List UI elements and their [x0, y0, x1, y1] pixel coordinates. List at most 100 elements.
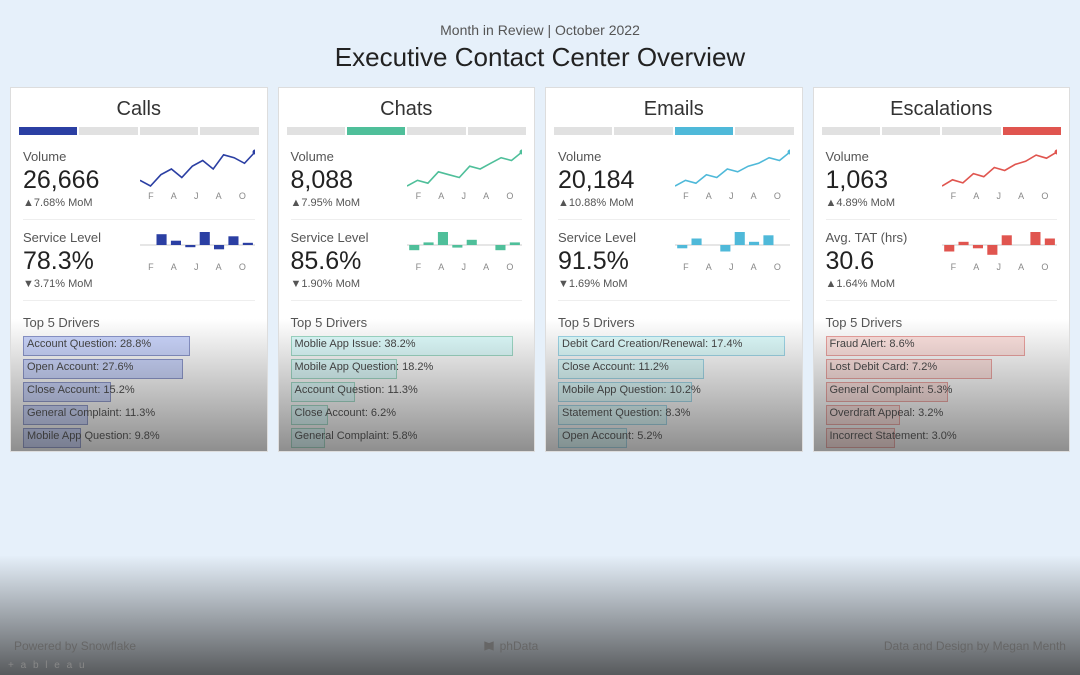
- driver-label: Open Account: 27.6%: [27, 361, 133, 373]
- header-subtitle: Month in Review | October 2022: [0, 22, 1080, 38]
- secondary-barspark: FAJAO: [675, 230, 790, 286]
- driver-row: Close Account: 15.2%: [23, 382, 255, 402]
- metric-card[interactable]: Emails Volume 20,184 ▲10.88% MoM FAJAO S…: [545, 87, 803, 452]
- month-labels: FAJAO: [140, 191, 255, 201]
- metric-value: 91.5%: [558, 247, 667, 276]
- metric-value: 8,088: [291, 166, 400, 195]
- channel-indicator-segment: [19, 127, 77, 135]
- channel-indicator: [546, 127, 802, 149]
- month-labels: FAJAO: [675, 191, 790, 201]
- driver-label: General Complaint: 5.3%: [830, 384, 953, 396]
- channel-indicator-segment: [407, 127, 465, 135]
- driver-row: Lost Debit Card: 7.2%: [826, 359, 1058, 379]
- driver-row: Mobile App Question: 18.2%: [291, 359, 523, 379]
- driver-label: Open Account: 5.2%: [562, 430, 662, 442]
- metric-value: 30.6: [826, 247, 935, 276]
- month-labels: FAJAO: [140, 262, 255, 272]
- channel-indicator-segment: [468, 127, 526, 135]
- driver-label: Close Account: 6.2%: [295, 407, 397, 419]
- card-title: Emails: [546, 88, 802, 127]
- secondary-metric: Service Level 78.3% ▼3.71% MoM FAJAO: [11, 230, 267, 290]
- driver-row: Close Account: 6.2%: [291, 405, 523, 425]
- metric-label: Avg. TAT (hrs): [826, 230, 935, 245]
- channel-indicator-segment: [79, 127, 137, 135]
- metric-card[interactable]: Escalations Volume 1,063 ▲4.89% MoM FAJA…: [813, 87, 1071, 452]
- driver-label: General Complaint: 5.8%: [295, 430, 418, 442]
- cards-row: Calls Volume 26,666 ▲7.68% MoM FAJAO Ser…: [0, 87, 1080, 452]
- driver-row: Incorrect Statement: 3.0%: [826, 428, 1058, 448]
- book-icon: [482, 639, 496, 653]
- driver-row: Fraud Alert: 8.6%: [826, 336, 1058, 356]
- driver-label: Statement Question: 8.3%: [562, 407, 690, 419]
- driver-row: Mobile App Question: 9.8%: [23, 428, 255, 448]
- metric-delta: ▼3.71% MoM: [23, 278, 132, 290]
- driver-label: Mobile App Question: 18.2%: [295, 361, 434, 373]
- secondary-barspark: FAJAO: [407, 230, 522, 286]
- month-labels: FAJAO: [407, 262, 522, 272]
- driver-row: Account Question: 28.8%: [23, 336, 255, 356]
- metric-value: 1,063: [826, 166, 935, 195]
- driver-row: General Complaint: 5.3%: [826, 382, 1058, 402]
- driver-row: Overdraft Appeal: 3.2%: [826, 405, 1058, 425]
- volume-sparkline: FAJAO: [675, 149, 790, 205]
- volume-metric: Volume 26,666 ▲7.68% MoM FAJAO: [11, 149, 267, 209]
- channel-indicator-segment: [942, 127, 1000, 135]
- card-title: Chats: [279, 88, 535, 127]
- footer-center-text: phData: [500, 639, 539, 653]
- metric-label: Service Level: [291, 230, 400, 245]
- volume-metric: Volume 20,184 ▲10.88% MoM FAJAO: [546, 149, 802, 209]
- footer-left: Powered by Snowflake: [14, 639, 136, 653]
- driver-label: Lost Debit Card: 7.2%: [830, 361, 938, 373]
- footer-right: Data and Design by Megan Menth: [884, 639, 1066, 653]
- secondary-barspark: FAJAO: [942, 230, 1057, 286]
- metric-value: 26,666: [23, 166, 132, 195]
- metric-delta: ▼1.69% MoM: [558, 278, 667, 290]
- volume-sparkline: FAJAO: [407, 149, 522, 205]
- drivers-title: Top 5 Drivers: [546, 311, 802, 336]
- metric-delta: ▲7.95% MoM: [291, 197, 400, 209]
- metric-card[interactable]: Chats Volume 8,088 ▲7.95% MoM FAJAO Serv…: [278, 87, 536, 452]
- month-labels: FAJAO: [942, 191, 1057, 201]
- driver-label: Overdraft Appeal: 3.2%: [830, 407, 944, 419]
- driver-label: Mobile App Question: 9.8%: [27, 430, 160, 442]
- channel-indicator-segment: [1003, 127, 1061, 135]
- drivers-title: Top 5 Drivers: [279, 311, 535, 336]
- driver-label: General Complaint: 11.3%: [27, 407, 155, 419]
- metric-label: Volume: [291, 149, 400, 164]
- channel-indicator-segment: [347, 127, 405, 135]
- channel-indicator: [814, 127, 1070, 149]
- driver-row: Moblie App Issue: 38.2%: [291, 336, 523, 356]
- metric-delta: ▲4.89% MoM: [826, 197, 935, 209]
- metric-label: Service Level: [558, 230, 667, 245]
- metric-delta: ▲7.68% MoM: [23, 197, 132, 209]
- driver-row: Account Question: 11.3%: [291, 382, 523, 402]
- secondary-barspark: FAJAO: [140, 230, 255, 286]
- drivers-title: Top 5 Drivers: [11, 311, 267, 336]
- secondary-metric: Avg. TAT (hrs) 30.6 ▲1.64% MoM FAJAO: [814, 230, 1070, 290]
- metric-label: Volume: [23, 149, 132, 164]
- driver-label: Close Account: 11.2%: [562, 361, 669, 373]
- channel-indicator: [279, 127, 535, 149]
- metric-delta: ▼1.90% MoM: [291, 278, 400, 290]
- volume-metric: Volume 8,088 ▲7.95% MoM FAJAO: [279, 149, 535, 209]
- driver-row: Statement Question: 8.3%: [558, 405, 790, 425]
- driver-row: Open Account: 27.6%: [23, 359, 255, 379]
- volume-sparkline: FAJAO: [942, 149, 1057, 205]
- metric-value: 78.3%: [23, 247, 132, 276]
- driver-row: Open Account: 5.2%: [558, 428, 790, 448]
- driver-row: Mobile App Question: 10.2%: [558, 382, 790, 402]
- metric-label: Volume: [558, 149, 667, 164]
- channel-indicator-segment: [735, 127, 793, 135]
- footer-center: phData: [482, 639, 539, 653]
- secondary-metric: Service Level 85.6% ▼1.90% MoM FAJAO: [279, 230, 535, 290]
- volume-sparkline: FAJAO: [140, 149, 255, 205]
- metric-card[interactable]: Calls Volume 26,666 ▲7.68% MoM FAJAO Ser…: [10, 87, 268, 452]
- channel-indicator: [11, 127, 267, 149]
- driver-row: Close Account: 11.2%: [558, 359, 790, 379]
- channel-indicator-segment: [554, 127, 612, 135]
- driver-label: Debit Card Creation/Renewal: 17.4%: [562, 338, 742, 350]
- metric-delta: ▲1.64% MoM: [826, 278, 935, 290]
- page-fade: [0, 555, 1080, 675]
- channel-indicator-segment: [140, 127, 198, 135]
- driver-label: Account Question: 28.8%: [27, 338, 151, 350]
